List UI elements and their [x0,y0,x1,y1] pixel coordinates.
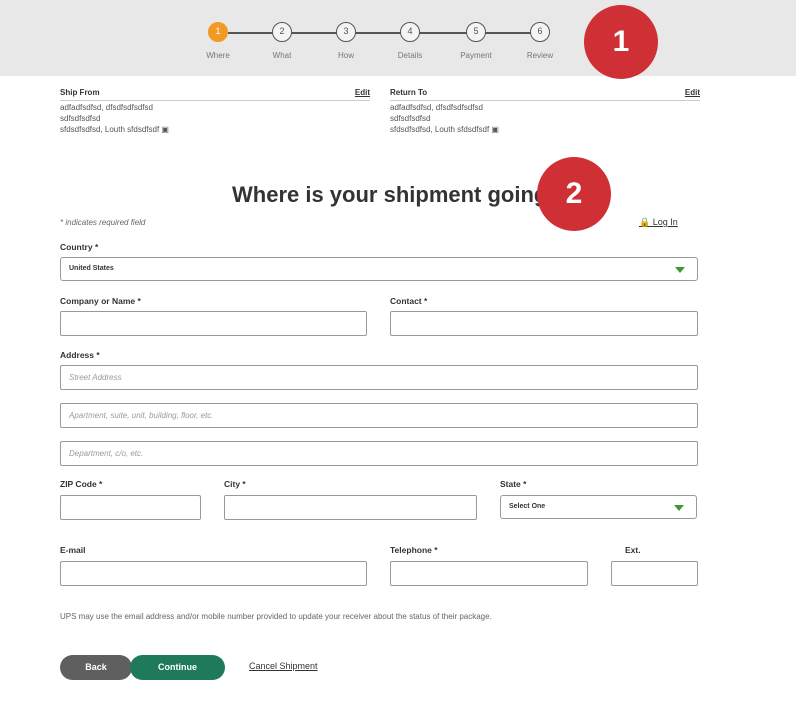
step-label: How [337,51,354,60]
step-label: Review [526,51,554,60]
email-label: E-mail [60,545,86,555]
step-label: What [272,51,292,60]
telephone-label: Telephone * [390,545,438,555]
info-icon[interactable]: ▣ [491,125,499,134]
page-title: Where is your shipment going? [232,182,561,207]
ship-from-title: Ship From [60,88,100,97]
step-number: 1 [208,22,228,42]
zip-label: ZIP Code * [60,479,103,489]
step-label: Payment [460,51,492,60]
state-value: Select One [509,503,546,510]
email-field[interactable] [60,561,367,586]
contact-field[interactable] [390,311,698,336]
country-select[interactable]: United States [60,257,698,281]
return-to-line-2: sdfsdfsdfsd [390,114,431,123]
info-icon[interactable]: ▣ [161,125,169,134]
zip-field[interactable] [60,495,201,520]
back-button[interactable]: Back [60,655,132,680]
step-number: 6 [530,22,550,42]
step-number: 5 [466,22,486,42]
apartment-field[interactable]: Apartment, suite, unit, building, floor,… [60,403,698,428]
ext-label: Ext. [625,545,641,555]
step-number: 4 [400,22,420,42]
step-details[interactable]: 4 Details [380,22,440,60]
ship-from-section: Ship From Edit adfadfsdfsd, dfsdfsdfsdfs… [60,88,370,134]
return-to-edit-link[interactable]: Edit [685,88,700,97]
ship-from-line-1: adfadfsdfsd, dfsdfsdfsdfsd [60,103,153,112]
contact-label: Contact * [390,296,428,306]
company-label: Company or Name * [60,296,141,306]
country-value: United States [69,265,114,272]
step-what[interactable]: 2 What [252,22,312,60]
country-label: Country * [60,242,99,252]
step-payment[interactable]: 5 Payment [446,22,506,60]
ext-field[interactable] [611,561,698,586]
privacy-notice: UPS may use the email address and/or mob… [60,612,492,621]
company-field[interactable] [60,311,367,336]
step-review[interactable]: 6 Review [510,22,570,60]
address-label: Address * [60,350,100,360]
callout-badge-1: 1 [584,5,658,79]
city-field[interactable] [224,495,477,520]
callout-badge-2: 2 [537,157,611,231]
ship-from-line-3: sfdsdfsdfsd, Louth sfdsdfsdf [60,125,160,134]
lock-icon: 🔒 [639,217,651,227]
return-to-title: Return To [390,88,428,97]
login-link[interactable]: 🔒 Log In [639,217,678,228]
return-to-line-3: sfdsdfsdfsd, Louth sfdsdfsdf [390,125,490,134]
step-number: 3 [336,22,356,42]
step-number: 2 [272,22,292,42]
step-where[interactable]: 1 Where [188,22,248,60]
continue-button[interactable]: Continue [130,655,225,680]
city-label: City * [224,479,246,489]
login-label: Log In [652,217,678,227]
required-note: * indicates required field [60,218,146,227]
state-label: State * [500,479,527,489]
department-field[interactable]: Department, c/o, etc. [60,441,698,466]
ship-from-edit-link[interactable]: Edit [355,88,370,97]
progress-bar: 1 Where 2 What 3 How 4 Details 5 Payment… [0,0,796,76]
dropdown-arrow-icon [675,267,685,273]
step-label: Details [397,51,423,60]
ship-from-line-2: sdfsdfsdfsd [60,114,101,123]
return-to-line-1: adfadfsdfsd, dfsdfsdfsdfsd [390,103,483,112]
state-select[interactable]: Select One [500,495,697,519]
return-to-section: Return To Edit adfadfsdfsd, dfsdfsdfsdfs… [390,88,700,134]
cancel-shipment-link[interactable]: Cancel Shipment [249,661,318,671]
telephone-field[interactable] [390,561,588,586]
street-address-field[interactable]: Street Address [60,365,698,390]
dropdown-arrow-icon [674,505,684,511]
step-how[interactable]: 3 How [316,22,376,60]
step-label: Where [206,51,230,60]
